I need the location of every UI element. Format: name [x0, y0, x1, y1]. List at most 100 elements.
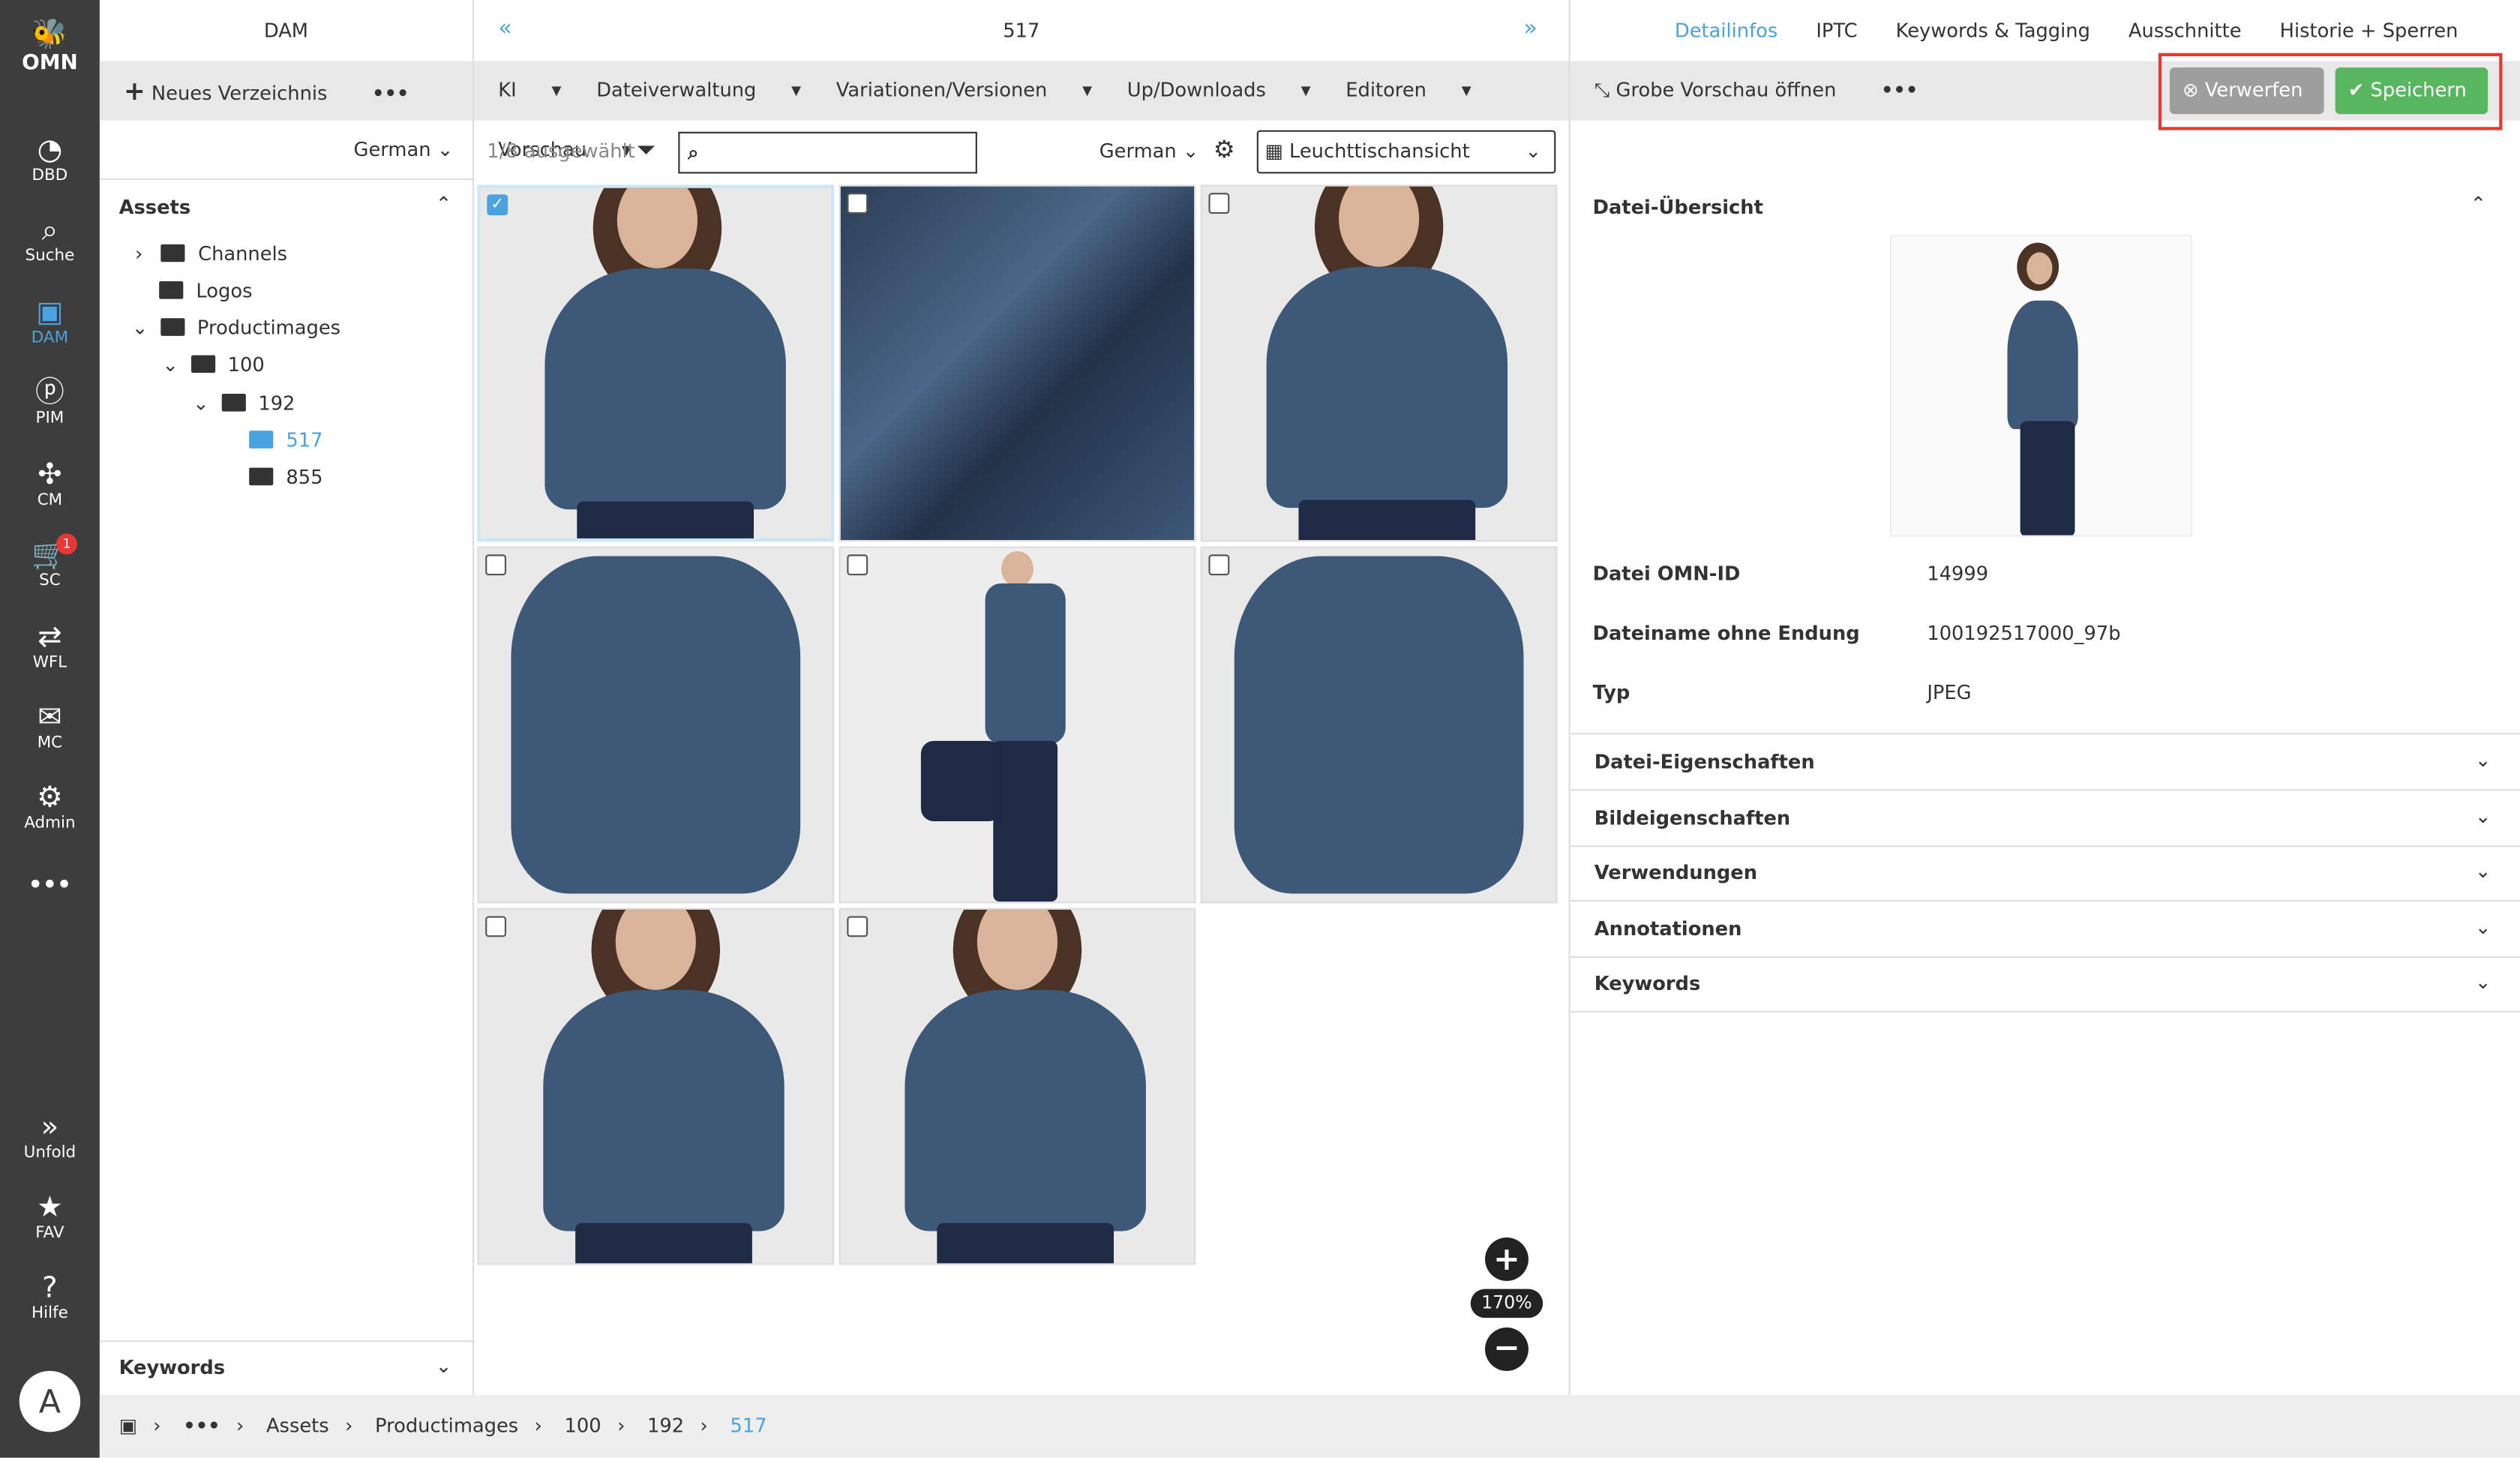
- menu-ki[interactable]: KI ▾: [498, 79, 561, 101]
- nav-pim[interactable]: ⓟPIM: [0, 378, 100, 428]
- center-language-select[interactable]: German ⌄: [1100, 140, 1199, 162]
- chevron-down-icon: ⌄: [2475, 805, 2492, 827]
- gear-icon: ⚙: [0, 783, 100, 815]
- preview-button[interactable]: ⤡ Grobe Vorschau öffnen: [1594, 79, 1837, 101]
- breadcrumb-assets[interactable]: Assets: [266, 1414, 329, 1437]
- field-value: 14999: [1927, 562, 1988, 585]
- left-panel-title: DAM: [100, 0, 472, 61]
- asset-thumbnail[interactable]: [839, 184, 1196, 542]
- user-avatar[interactable]: A: [20, 1371, 80, 1432]
- save-button[interactable]: ✔ Speichern: [2336, 68, 2488, 114]
- nav-wfl[interactable]: ⇄WFL: [0, 622, 100, 671]
- accordion-section[interactable]: Annotationen⌄: [1570, 901, 2520, 957]
- grid-icon: ▦: [1264, 140, 1282, 162]
- right-more-button[interactable]: •••: [1881, 79, 1918, 101]
- star-icon: ★: [0, 1192, 100, 1225]
- search-input[interactable]: ⌕: [678, 132, 977, 174]
- breadcrumb: ▣› •••› Assets› Productimages› 100› 192›…: [100, 1395, 2520, 1458]
- tree-item-100[interactable]: ⌄ 100: [162, 350, 264, 380]
- left-language-select[interactable]: German ⌄: [100, 121, 472, 180]
- filter-icon[interactable]: ⏷: [637, 135, 656, 164]
- main-sidebar: 🐝OMN ◔DBD ⌕Suche ▣DAM ⓟPIM ✣CM 🛒1SC ⇄WFL…: [0, 0, 100, 1458]
- more-button[interactable]: •••: [372, 82, 409, 104]
- accordion-section[interactable]: Keywords⌄: [1570, 956, 2520, 1012]
- select-checkbox[interactable]: [847, 193, 868, 214]
- nav-sc[interactable]: 🛒1SC: [0, 540, 100, 590]
- tree-item-productimages[interactable]: ⌄ Productimages: [132, 314, 340, 343]
- bee-icon: 🐝: [0, 20, 100, 52]
- nav-cm[interactable]: ✣CM: [0, 460, 100, 509]
- nav-dam[interactable]: ▣DAM: [0, 297, 100, 346]
- keywords-heading: Keywords: [119, 1357, 225, 1379]
- collapse-icon[interactable]: ⌃: [436, 193, 452, 215]
- tree-item-517[interactable]: 517: [249, 426, 322, 455]
- workflow-icon: ⇄: [0, 622, 100, 654]
- nav-mc[interactable]: ✉MC: [0, 702, 100, 752]
- tree-item-channels[interactable]: › Channels: [135, 239, 287, 268]
- nav-hilfe[interactable]: ?Hilfe: [0, 1273, 100, 1322]
- chevron-down-icon: ⌄: [2475, 915, 2492, 938]
- tab-ausschnitte[interactable]: Ausschnitte: [2128, 20, 2242, 42]
- select-checkbox[interactable]: [1208, 554, 1229, 575]
- asset-thumbnail[interactable]: [839, 547, 1196, 904]
- nav-suche[interactable]: ⌕Suche: [0, 215, 100, 265]
- folder-open-icon: [160, 318, 184, 336]
- breadcrumb-517[interactable]: 517: [730, 1414, 766, 1437]
- zoom-in-button[interactable]: +: [1485, 1238, 1528, 1281]
- asset-thumbnail[interactable]: ✓: [477, 184, 834, 542]
- mail-icon: ✉: [0, 702, 100, 734]
- asset-thumbnail[interactable]: [839, 908, 1196, 1265]
- menu-variationen[interactable]: Variationen/Versionen ▾: [836, 79, 1092, 101]
- asset-thumbnail[interactable]: [477, 908, 834, 1265]
- breadcrumb-more[interactable]: •••: [183, 1414, 220, 1437]
- nav-admin[interactable]: ⚙Admin: [0, 783, 100, 832]
- tab-historie[interactable]: Historie + Sperren: [2280, 20, 2458, 42]
- collapse-overview-icon[interactable]: ⌃: [2470, 193, 2487, 215]
- tree-item-logos[interactable]: Logos: [159, 277, 252, 306]
- discard-button[interactable]: ⊗ Verwerfen: [2170, 68, 2324, 114]
- tree-item-192[interactable]: ⌄ 192: [193, 389, 295, 418]
- asset-thumbnail[interactable]: [1201, 184, 1558, 542]
- tree-item-855[interactable]: 855: [249, 463, 322, 492]
- view-select[interactable]: ▦ Leuchttischansicht⌄: [1257, 130, 1556, 174]
- accordion-section[interactable]: Bildeigenschaften⌄: [1570, 790, 2520, 846]
- folder-icon: [249, 430, 273, 448]
- menu-updownloads[interactable]: Up/Downloads ▾: [1127, 79, 1311, 101]
- accordion-section[interactable]: Verwendungen⌄: [1570, 845, 2520, 902]
- select-checkbox[interactable]: [1208, 193, 1229, 214]
- nav-unfold[interactable]: »Unfold: [0, 1112, 100, 1162]
- next-button[interactable]: »: [1523, 16, 1537, 41]
- tab-keywords[interactable]: Keywords & Tagging: [1896, 20, 2090, 42]
- breadcrumb-100[interactable]: 100: [565, 1414, 602, 1437]
- chevron-down-icon: ⌄: [2475, 749, 2492, 772]
- new-folder-button[interactable]: + Neues Verzeichnis: [124, 82, 327, 104]
- menu-editoren[interactable]: Editoren ▾: [1346, 79, 1471, 101]
- zoom-out-button[interactable]: −: [1485, 1328, 1528, 1371]
- folder-icon: [161, 244, 185, 262]
- settings-icon[interactable]: ⚙: [1214, 135, 1235, 164]
- nav-more[interactable]: •••: [0, 873, 100, 898]
- tab-iptc[interactable]: IPTC: [1816, 20, 1857, 42]
- select-checkbox[interactable]: ✓: [487, 194, 508, 215]
- search-icon: ⌕: [0, 215, 100, 248]
- breadcrumb-productimages[interactable]: Productimages: [375, 1414, 518, 1437]
- menu-dateiverwaltung[interactable]: Dateiverwaltung ▾: [596, 79, 801, 101]
- folder-open-icon: [190, 356, 214, 374]
- select-checkbox[interactable]: [485, 916, 506, 937]
- field-label: Dateiname ohne Endung: [1593, 622, 1860, 644]
- zoom-level: 170%: [1471, 1289, 1543, 1318]
- select-checkbox[interactable]: [485, 554, 506, 575]
- nav-fav[interactable]: ★FAV: [0, 1192, 100, 1242]
- tab-detailinfos[interactable]: Detailinfos: [1675, 20, 1778, 42]
- asset-thumbnail[interactable]: [477, 547, 834, 904]
- expand-keywords-icon[interactable]: ⌄: [436, 1354, 452, 1377]
- omn-logo[interactable]: 🐝OMN: [0, 20, 100, 76]
- breadcrumb-192[interactable]: 192: [647, 1414, 684, 1437]
- select-checkbox[interactable]: [847, 554, 868, 575]
- field-label: Datei OMN-ID: [1593, 562, 1741, 585]
- accordion-section[interactable]: Datei-Eigenschaften⌄: [1570, 734, 2520, 790]
- select-checkbox[interactable]: [847, 916, 868, 937]
- selection-count: 1/8 ausgewählt: [487, 140, 634, 162]
- nav-dbd[interactable]: ◔DBD: [0, 135, 100, 184]
- asset-thumbnail[interactable]: [1201, 547, 1558, 904]
